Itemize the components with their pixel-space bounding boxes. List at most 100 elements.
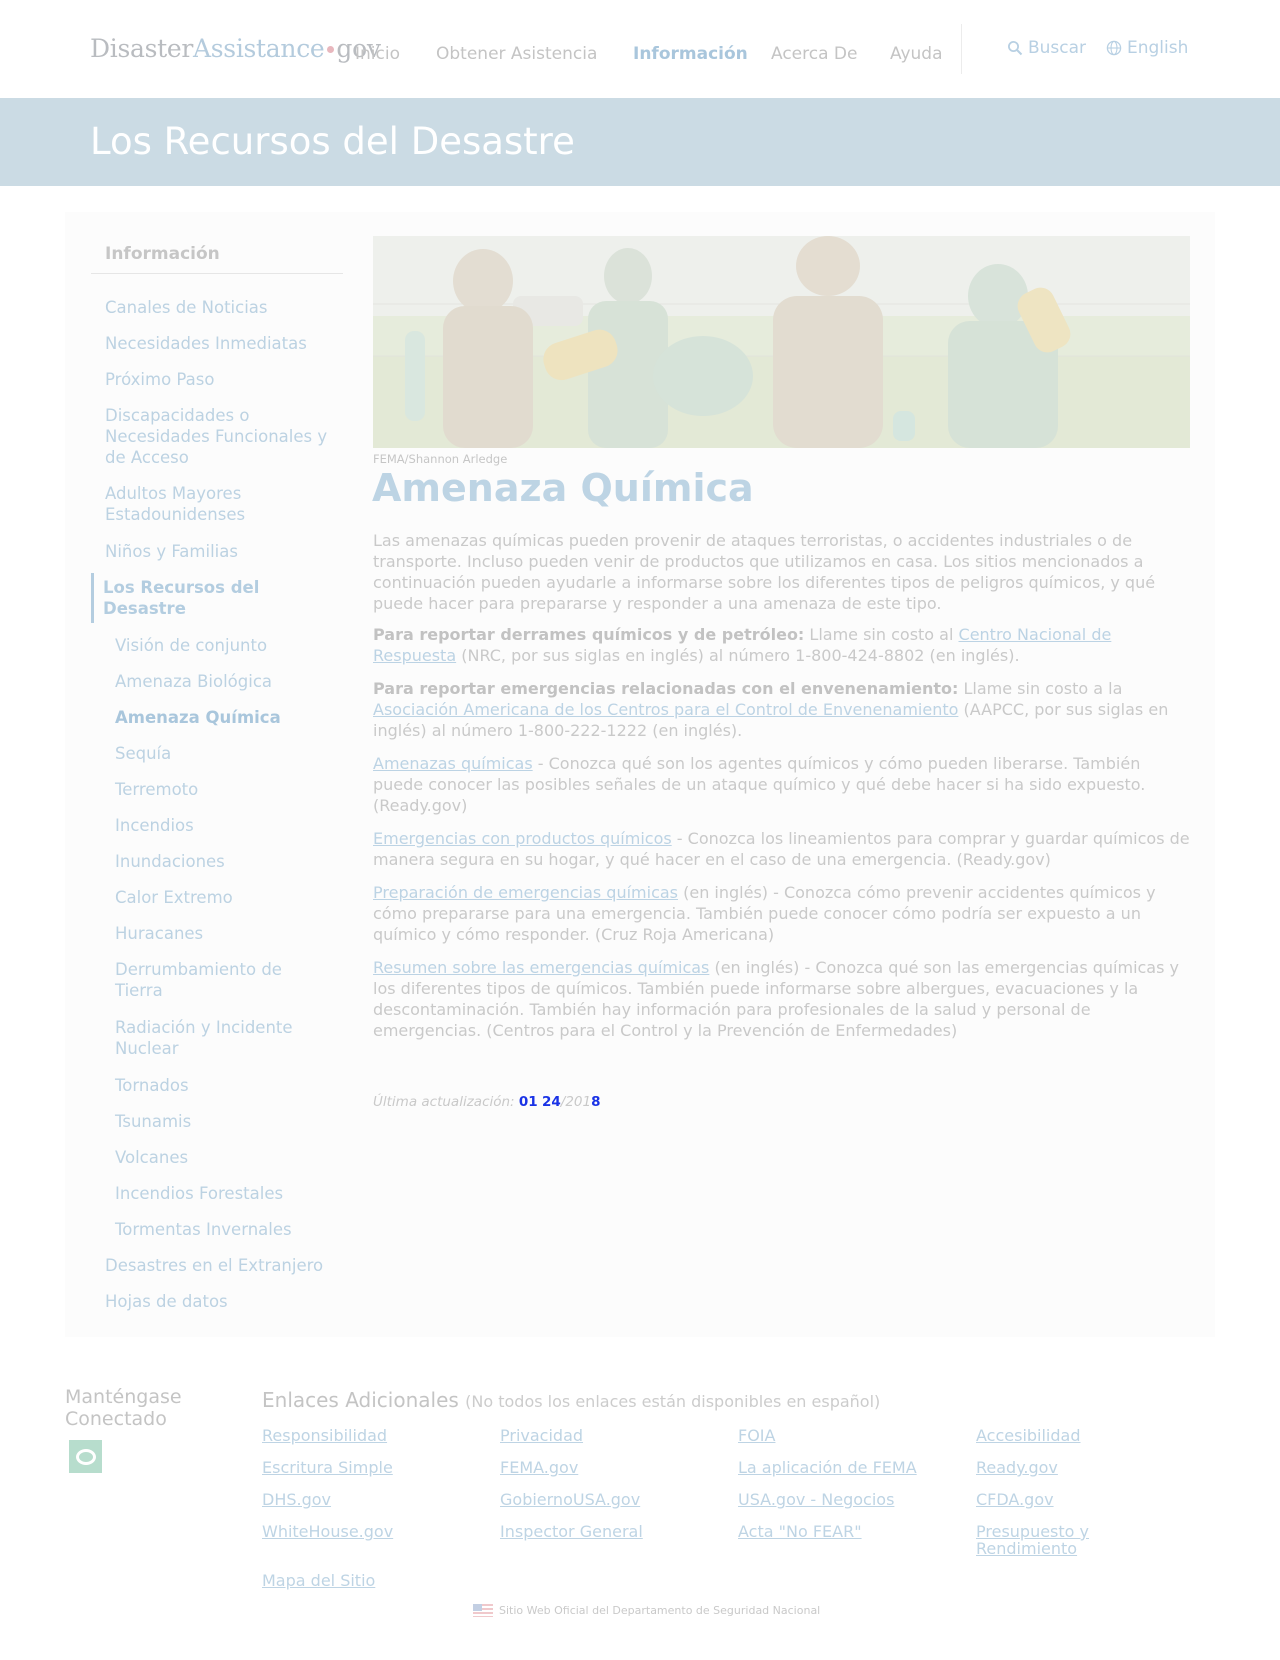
footer-link-fema-app[interactable]: La aplicación de FEMA [738,1459,948,1476]
aapcc-link[interactable]: Asociación Americana de los Centros para… [373,700,958,719]
last-updated-month: 01 [518,1094,538,1110]
sidebar-title: Información [105,244,220,264]
last-updated-year-digit: 8 [591,1094,601,1110]
sidebar-divider [91,273,343,274]
footer-link-ready[interactable]: Ready.gov [976,1459,1186,1476]
sidebar-item-biologica[interactable]: Amenaza Biológica [115,671,345,692]
sidebar-item-incendios[interactable]: Incendios [115,815,345,836]
footer-link-whitehouse[interactable]: WhiteHouse.gov [262,1523,472,1540]
resource-item: Amenazas químicas - Conozca qué son los … [373,753,1193,816]
sidebar-item-hojas[interactable]: Hojas de datos [105,1291,335,1312]
sidebar-active-indicator [91,573,94,623]
report-poison-heading: Para reportar emergencias relacionadas c… [373,679,959,698]
sidebar-item-discapacidades[interactable]: Discapacidades o Necesidades Funcionales… [105,405,335,468]
sidebar-item-calor[interactable]: Calor Extremo [115,887,345,908]
footer-link-escritura-simple[interactable]: Escritura Simple [262,1459,472,1476]
site-header: DisasterAssistance gov Inicio Obtener Asi… [0,0,1280,98]
sidebar-item-ninos[interactable]: Niños y Familias [105,541,335,562]
language-toggle[interactable]: English [1106,38,1188,58]
sidebar-item-tormentas[interactable]: Tormentas Invernales [115,1219,345,1240]
report-spills-text: Llame sin costo al [804,625,959,644]
resource-item: Emergencias con productos químicos - Con… [373,828,1193,870]
search-icon [1008,41,1023,56]
footer-link-responsibilidad[interactable]: Responsibilidad [262,1427,472,1444]
resource-link-emergencias-productos[interactable]: Emergencias con productos químicos [373,829,672,848]
sidebar-item-huracanes[interactable]: Huracanes [115,923,345,944]
footer-link-no-fear[interactable]: Acta "No FEAR" [738,1523,948,1540]
hero-image [373,236,1190,448]
resource-link-preparacion[interactable]: Preparación de emergencias químicas [373,883,678,902]
sidebar-item-inundaciones[interactable]: Inundaciones [115,851,345,872]
sidebar-item-vision[interactable]: Visión de conjunto [115,635,345,656]
page-banner: Los Recursos del Desastre [0,98,1280,186]
sidebar-item-necesidades[interactable]: Necesidades Inmediatas [105,333,335,354]
nav-obtener-asistencia[interactable]: Obtener Asistencia [436,44,597,64]
social-link[interactable] [69,1440,102,1473]
footer-link-inspector-general[interactable]: Inspector General [500,1523,710,1540]
search-label: Buscar [1028,38,1087,58]
sidebar-item-tornados[interactable]: Tornados [115,1075,345,1096]
footer-link-accesibilidad[interactable]: Accesibilidad [976,1427,1186,1444]
report-spills-heading: Para reportar derrames químicos y de pet… [373,625,805,644]
hazmat-photo [373,236,1190,448]
additional-links-heading: Enlaces Adicionales [262,1388,459,1412]
sidebar-item-adultos-mayores[interactable]: Adultos Mayores Estadounidenses [105,483,335,525]
report-spills-number: (NRC, por sus siglas en inglés) al númer… [456,646,1020,665]
nav-informacion[interactable]: Información [633,44,748,64]
logo-word-assistance: Assistance [193,34,325,63]
sidebar-item-tsunamis[interactable]: Tsunamis [115,1111,345,1132]
last-updated-year: /201 [560,1094,592,1110]
logo-word-disaster: Disaster [90,34,193,63]
sidebar-item-quimica[interactable]: Amenaza Química [115,707,345,728]
language-label: English [1127,38,1189,58]
footer-link-presupuesto[interactable]: Presupuesto y Rendimiento [976,1523,1126,1557]
sidebar-item-derrumbamiento[interactable]: Derrumbamiento de Tierra [115,959,305,1001]
resource-link-amenazas[interactable]: Amenazas químicas [373,754,533,773]
us-flag-icon [473,1604,493,1617]
footer-link-cfda[interactable]: CFDA.gov [976,1491,1186,1508]
resource-item: Preparación de emergencias químicas (en … [373,882,1193,945]
footer-link-mapa-sitio[interactable]: Mapa del Sitio [262,1572,472,1589]
logo-dot-icon [327,46,335,53]
sidebar-item-recursos[interactable]: Los Recursos del Desastre [103,577,283,619]
sidebar-item-radiacion[interactable]: Radiación y Incidente Nuclear [115,1017,305,1059]
sidebar-item-incendios-forestales[interactable]: Incendios Forestales [115,1183,345,1204]
nav-divider [961,24,962,74]
report-poison-paragraph: Para reportar emergencias relacionadas c… [373,678,1193,741]
footer-link-dhs[interactable]: DHS.gov [262,1491,472,1508]
page-title: Amenaza Química [372,466,754,510]
stay-connected-title: Manténgase Conectado [65,1386,182,1430]
nav-inicio[interactable]: Inicio [355,44,400,64]
search-button[interactable]: Buscar [1007,38,1086,58]
resource-link-resumen[interactable]: Resumen sobre las emergencias químicas [373,958,709,977]
official-site-text: Sitio Web Oficial del Departamento de Se… [499,1604,821,1617]
sidebar-item-sequia[interactable]: Sequía [115,743,345,764]
official-site-notice: Sitio Web Oficial del Departamento de Se… [473,1604,820,1617]
footer-link-fema[interactable]: FEMA.gov [500,1459,710,1476]
resource-item: Resumen sobre las emergencias químicas (… [373,957,1193,1041]
banner-title: Los Recursos del Desastre [90,120,575,163]
report-poison-text: Llame sin costo a la [958,679,1123,698]
footer-link-gobiernousa[interactable]: GobiernoUSA.gov [500,1491,710,1508]
nav-ayuda[interactable]: Ayuda [890,44,943,64]
image-credit: FEMA/Shannon Arledge [373,452,508,466]
last-updated-label: Última actualización: [373,1094,515,1110]
chat-bubble-icon [75,1448,96,1465]
sidebar-item-canales[interactable]: Canales de Noticias [105,297,335,318]
intro-paragraph: Las amenazas químicas pueden provenir de… [373,531,1156,613]
report-spills-paragraph: Para reportar derrames químicos y de pet… [373,624,1193,666]
additional-links-title: Enlaces Adicionales (No todos los enlace… [262,1388,880,1412]
footer-link-foia[interactable]: FOIA [738,1427,948,1444]
sidebar-item-volcanes[interactable]: Volcanes [115,1147,345,1168]
footer-link-usa-negocios[interactable]: USA.gov - Negocios [738,1491,948,1508]
last-updated-day: 24 [542,1094,561,1110]
site-logo[interactable]: DisasterAssistance gov [90,34,381,63]
globe-icon [1106,40,1122,56]
footer-link-privacidad[interactable]: Privacidad [500,1427,710,1444]
additional-links-note: (No todos los enlaces están disponibles … [465,1392,881,1411]
last-updated: Última actualización: 01 24/2018 [373,1094,601,1110]
nav-acerca-de[interactable]: Acerca De [771,44,857,64]
sidebar-item-proximo-paso[interactable]: Próximo Paso [105,369,335,390]
sidebar-item-extranjero[interactable]: Desastres en el Extranjero [105,1255,335,1276]
sidebar-item-terremoto[interactable]: Terremoto [115,779,345,800]
